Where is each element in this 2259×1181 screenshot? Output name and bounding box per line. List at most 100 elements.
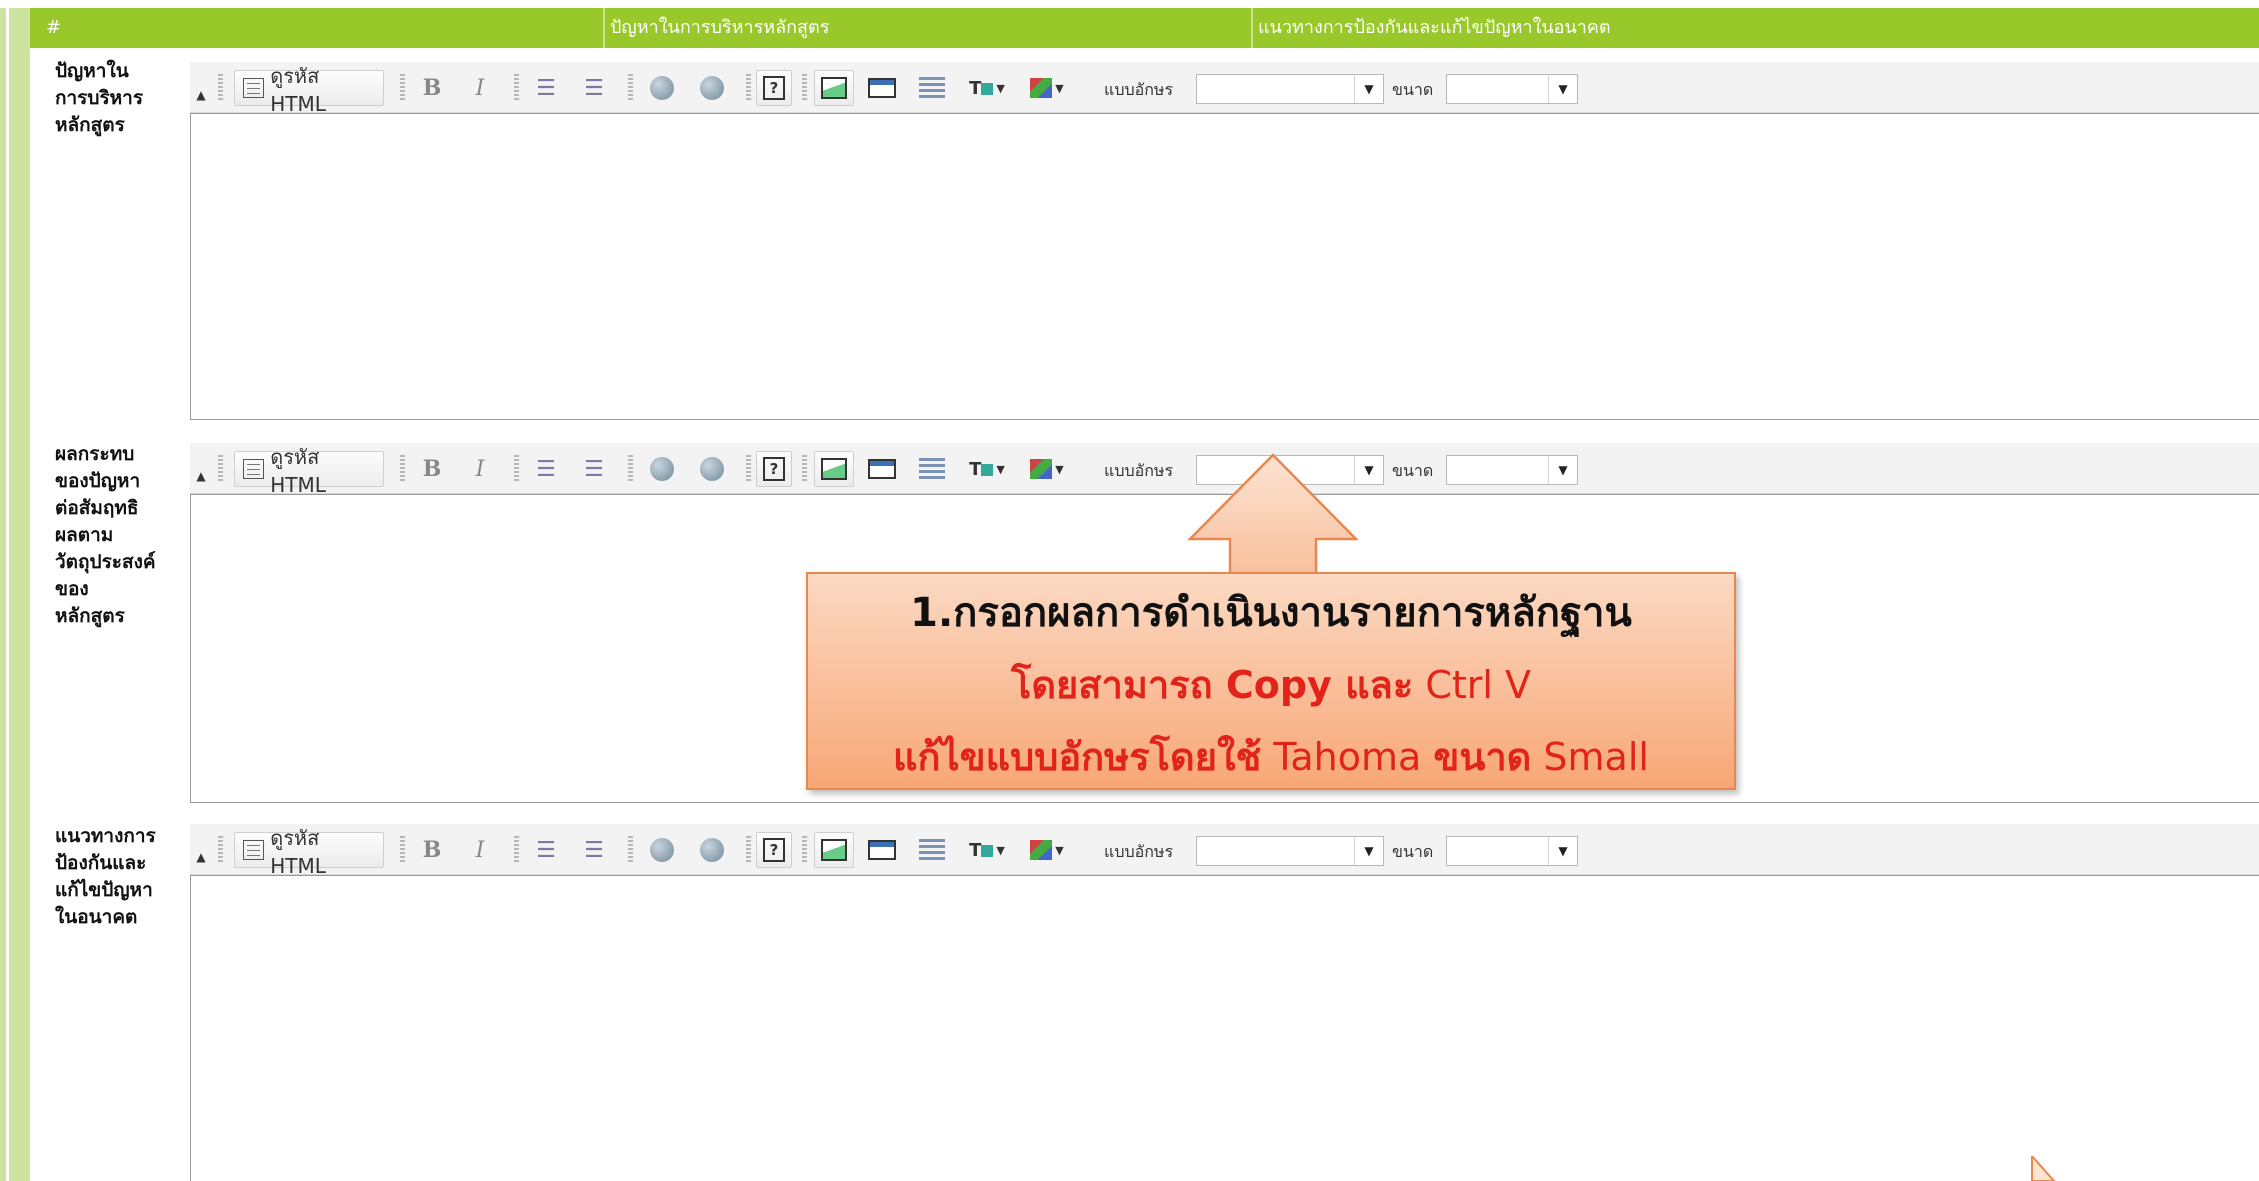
bullet-list-button[interactable]: ☰ [574, 451, 614, 487]
ordered-list-button[interactable]: ☰ [526, 832, 566, 868]
toolbar-grip [746, 455, 751, 483]
header-divider [603, 8, 605, 48]
italic-button[interactable]: I [460, 70, 500, 106]
horizontal-rule-button[interactable] [910, 451, 954, 487]
toolbar-grip [802, 836, 807, 864]
size-select[interactable]: ▼ [1446, 74, 1578, 104]
table-icon [868, 459, 896, 479]
chevron-down-icon[interactable]: ▼ [1354, 456, 1383, 484]
chevron-down-icon[interactable]: ▼ [1354, 837, 1383, 865]
help-icon: ? [763, 838, 785, 862]
text-color-button[interactable]: T ▼ [960, 832, 1014, 868]
row-label-prevention: แนวทางการ ป้องกันและ แก้ไขปัญหา ในอนาคต [55, 825, 156, 928]
html-source-button[interactable]: ดูรหัส HTML [234, 826, 384, 878]
toolbar-grip [628, 455, 633, 483]
chevron-down-icon: ▼ [996, 81, 1005, 95]
collapse-toolbar-icon[interactable]: ▲ [194, 465, 208, 487]
insert-image-button[interactable] [814, 70, 854, 106]
bullet-list-button[interactable]: ☰ [574, 832, 614, 868]
toolbar-grip [400, 74, 405, 102]
row-stripe [0, 48, 30, 1181]
unlink-icon [700, 838, 724, 862]
text-color-button[interactable]: T ▼ [960, 451, 1014, 487]
editor-text-area[interactable] [190, 875, 2259, 1181]
chevron-down-icon[interactable]: ▼ [1548, 75, 1577, 103]
background-color-button[interactable]: ▼ [1020, 451, 1074, 487]
callout-up-arrow-icon [1188, 453, 1358, 577]
toolbar-grip [400, 455, 405, 483]
horizontal-rule-button[interactable] [910, 70, 954, 106]
chevron-down-icon[interactable]: ▼ [1548, 456, 1577, 484]
help-button[interactable]: ? [756, 70, 792, 106]
help-button[interactable]: ? [756, 832, 792, 868]
text-color-button[interactable]: T ▼ [960, 70, 1014, 106]
link-icon [650, 457, 674, 481]
editor-toolbar: ▲ ดูรหัส HTML B I ☰ ☰ ? T ▼ ▼ แบบอักษร ▼ … [190, 62, 2259, 116]
size-label: ขนาด [1392, 80, 1434, 99]
chevron-down-icon: ▼ [1055, 81, 1064, 95]
background-color-icon [1030, 78, 1053, 98]
insert-image-button[interactable] [814, 451, 854, 487]
collapse-toolbar-icon[interactable]: ▲ [194, 846, 208, 868]
header-index: # [46, 17, 62, 38]
link-button[interactable] [640, 832, 684, 868]
ordered-list-icon: ☰ [536, 456, 556, 482]
insert-image-button[interactable] [814, 832, 854, 868]
help-button[interactable]: ? [756, 451, 792, 487]
table-icon [868, 840, 896, 860]
size-select[interactable]: ▼ [1446, 836, 1578, 866]
horizontal-rule-icon [919, 77, 945, 99]
unlink-button[interactable] [690, 451, 734, 487]
size-select[interactable]: ▼ [1446, 455, 1578, 485]
callout-line-2: โดยสามารถ Copy และ Ctrl V [1010, 663, 1532, 707]
size-label: ขนาด [1392, 842, 1434, 861]
image-icon [821, 77, 847, 99]
ordered-list-button[interactable]: ☰ [526, 451, 566, 487]
bullet-list-button[interactable]: ☰ [574, 70, 614, 106]
chevron-down-icon[interactable]: ▼ [1548, 837, 1577, 865]
background-color-button[interactable]: ▼ [1020, 70, 1074, 106]
ordered-list-button[interactable]: ☰ [526, 70, 566, 106]
html-source-button[interactable]: ดูรหัส HTML [234, 64, 384, 116]
toolbar-grip [400, 836, 405, 864]
insert-table-button[interactable] [860, 70, 904, 106]
insert-table-button[interactable] [860, 832, 904, 868]
text-color-icon: T [969, 78, 994, 99]
background-color-button[interactable]: ▼ [1020, 832, 1074, 868]
toolbar-grip [628, 74, 633, 102]
horizontal-rule-icon [919, 458, 945, 480]
horizontal-rule-button[interactable] [910, 832, 954, 868]
source-icon [243, 78, 265, 98]
font-select[interactable]: ▼ [1196, 74, 1384, 104]
bold-button[interactable]: B [412, 832, 452, 868]
header-divider [1251, 8, 1253, 48]
link-button[interactable] [640, 70, 684, 106]
bold-button[interactable]: B [412, 70, 452, 106]
insert-table-button[interactable] [860, 451, 904, 487]
callout-line-1: 1.กรอกผลการดำเนินงานรายการหลักฐาน [910, 590, 1632, 636]
unlink-button[interactable] [690, 832, 734, 868]
bold-button[interactable]: B [412, 451, 452, 487]
chevron-down-icon[interactable]: ▼ [1354, 75, 1383, 103]
font-select[interactable]: ▼ [1196, 836, 1384, 866]
image-icon [821, 839, 847, 861]
italic-button[interactable]: I [460, 832, 500, 868]
toolbar-grip [628, 836, 633, 864]
collapse-toolbar-icon[interactable]: ▲ [194, 84, 208, 106]
help-icon: ? [763, 457, 785, 481]
editor-prevention: ▲ ดูรหัส HTML B I ☰ ☰ ? T ▼ ▼ แบบอักษร ▼ … [190, 824, 2259, 1181]
ordered-list-icon: ☰ [536, 837, 556, 863]
cursor-arrow-icon [2031, 1156, 2056, 1181]
editor-text-area[interactable] [190, 113, 2259, 420]
toolbar-grip [514, 74, 519, 102]
toolbar-grip [802, 74, 807, 102]
unlink-button[interactable] [690, 70, 734, 106]
italic-button[interactable]: I [460, 451, 500, 487]
row-label-impact: ผลกระทบ ของปัญหา ต่อสัมฤทธิ ผลตาม วัตถุป… [55, 443, 156, 627]
callout-line-3: แก้ไขแบบอักษรโดยใช้ Tahoma ขนาด Small [893, 735, 1649, 779]
link-button[interactable] [640, 451, 684, 487]
html-source-button[interactable]: ดูรหัส HTML [234, 445, 384, 497]
editor-toolbar: ▲ ดูรหัส HTML B I ☰ ☰ ? T ▼ ▼ แบบอักษร ▼ … [190, 824, 2259, 878]
font-label: แบบอักษร [1104, 80, 1174, 99]
toolbar-grip [746, 836, 751, 864]
